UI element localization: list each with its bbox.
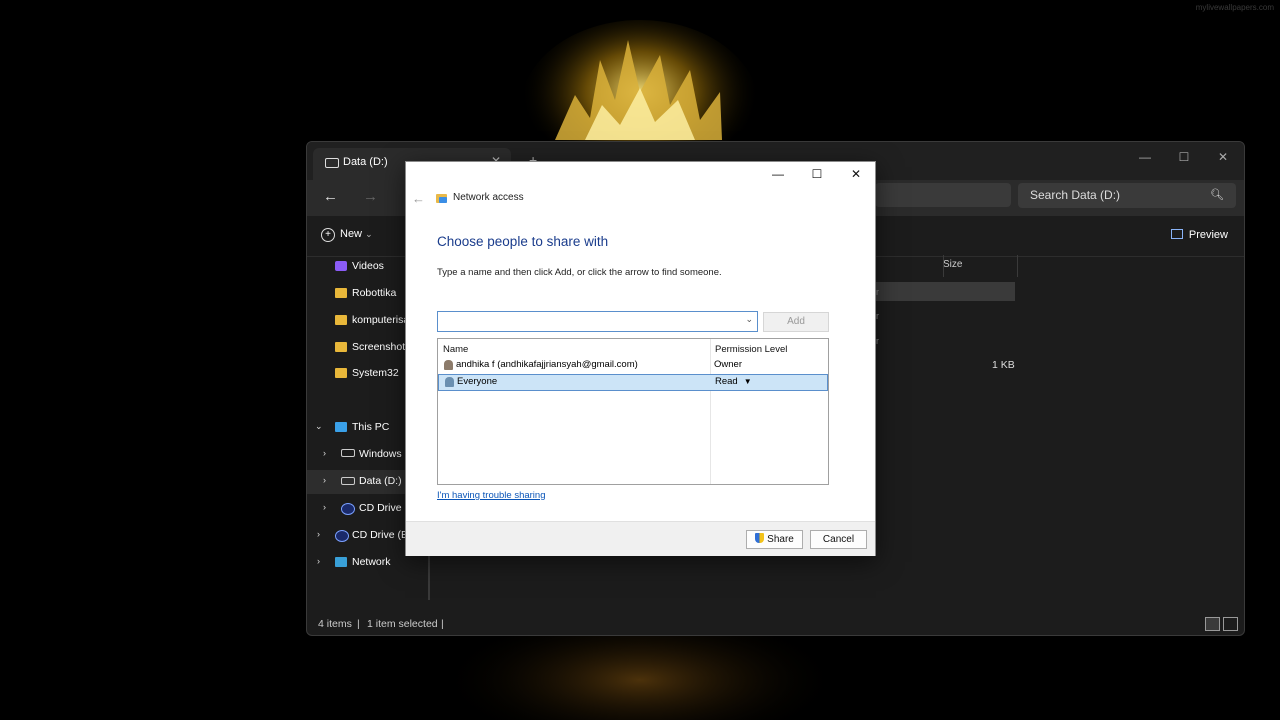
sidebar-item-label: Data (D:) xyxy=(359,475,402,487)
status-separator: | xyxy=(441,618,444,630)
uac-shield-icon xyxy=(755,533,765,543)
new-button[interactable]: + New ⌄ xyxy=(321,228,373,242)
preview-label: Preview xyxy=(1188,229,1228,241)
row-text-fragment: r xyxy=(876,336,879,346)
sidebar-item-label: Network xyxy=(352,556,391,568)
sidebar-item-screenshots[interactable]: Screenshots xyxy=(335,338,407,360)
sidebar-item-komputerisa[interactable]: komputerisa xyxy=(335,311,407,333)
sidebar-item-label: Robottika xyxy=(352,287,397,299)
column-separator[interactable] xyxy=(943,255,944,277)
pc-icon xyxy=(335,422,347,432)
folder-icon xyxy=(335,368,347,378)
address-bar[interactable] xyxy=(875,183,1011,207)
network-access-dialog: — ☐ ✕ ← Network access Choose people to … xyxy=(405,161,876,556)
plus-icon: + xyxy=(321,228,335,242)
folder-icon xyxy=(335,342,347,352)
status-bar: 4 items | 1 item selected | xyxy=(307,614,1244,634)
selected-count: 1 item selected xyxy=(367,618,438,630)
selected-file-row[interactable] xyxy=(874,282,1015,301)
share-permissions-list: Name Permission Level andhika f (andhika… xyxy=(437,338,829,485)
drive-icon xyxy=(341,449,355,457)
sidebar-item-label: CD Drive ( xyxy=(359,502,408,514)
sidebar-item-label: CD Drive (E: xyxy=(352,529,411,541)
chevron-right-icon[interactable]: › xyxy=(323,448,326,458)
permission-dropdown[interactable]: Read ▼ xyxy=(715,376,752,387)
sidebar-item-label: This PC xyxy=(352,421,390,433)
user-name: andhika f (andhikafajjriansyah@gmail.com… xyxy=(456,359,638,370)
preview-pane-icon xyxy=(1170,229,1183,239)
status-separator: | xyxy=(357,618,360,630)
chevron-down-icon: ⌄ xyxy=(365,229,373,239)
drive-icon xyxy=(341,477,355,485)
dialog-minimize-button[interactable]: — xyxy=(759,164,797,184)
row-text-fragment: r xyxy=(876,287,879,297)
details-view-icon[interactable] xyxy=(1205,617,1220,631)
preview-button[interactable]: Preview xyxy=(1170,229,1228,241)
dialog-maximize-button[interactable]: ☐ xyxy=(798,164,836,184)
videos-folder-icon xyxy=(335,261,347,271)
share-button[interactable]: Share xyxy=(746,530,803,549)
dropdown-arrow-icon[interactable]: ▼ xyxy=(744,377,752,386)
sidebar-item-network[interactable]: › Network xyxy=(317,553,427,575)
add-button[interactable]: Add xyxy=(763,312,829,332)
wallpaper-watermark: mylivewallpapers.com xyxy=(1195,3,1274,12)
user-name-input[interactable] xyxy=(441,313,736,328)
search-box[interactable]: Search Data (D:) 🔍︎ xyxy=(1018,183,1236,208)
items-count: 4 items xyxy=(318,618,352,630)
explorer-maximize-button[interactable]: ☐ xyxy=(1166,146,1202,168)
name-column-header[interactable]: Name xyxy=(443,344,468,355)
column-separator[interactable] xyxy=(1017,255,1018,277)
permission-column-header[interactable]: Permission Level xyxy=(715,344,787,355)
share-label: Share xyxy=(767,534,794,545)
drive-icon xyxy=(325,158,339,168)
sidebar-item-label: komputerisa xyxy=(352,314,407,326)
dialog-instructions: Type a name and then click Add, or click… xyxy=(437,267,722,278)
list-item[interactable]: andhika f (andhikafajjriansyah@gmail.com… xyxy=(438,358,828,373)
user-icon xyxy=(444,360,453,370)
dialog-heading: Choose people to share with xyxy=(437,234,609,249)
list-item[interactable]: Everyone Read ▼ xyxy=(438,374,828,391)
tiles-view-icon[interactable] xyxy=(1223,617,1238,631)
dialog-footer: Share Cancel xyxy=(406,521,875,556)
forward-button[interactable]: → xyxy=(363,188,378,205)
explorer-minimize-button[interactable]: — xyxy=(1127,146,1163,168)
chevron-right-icon[interactable]: › xyxy=(317,529,320,539)
sidebar-item-label: Videos xyxy=(352,260,384,272)
row-text-fragment: r xyxy=(876,311,879,321)
folder-icon xyxy=(335,315,347,325)
user-name-combobox[interactable]: ⌄ xyxy=(437,311,758,332)
chevron-down-icon[interactable]: ⌄ xyxy=(315,421,323,432)
group-icon xyxy=(445,377,454,387)
cd-icon xyxy=(341,503,355,515)
size-column-header[interactable]: Size xyxy=(943,259,962,270)
file-size: 1 KB xyxy=(992,359,1015,371)
trouble-sharing-link[interactable]: I'm having trouble sharing xyxy=(437,490,546,501)
permission-level: Read xyxy=(715,376,738,387)
chevron-right-icon[interactable]: › xyxy=(323,475,326,485)
new-label: New xyxy=(340,228,363,240)
dialog-title: Network access xyxy=(453,192,524,203)
permission-level: Owner xyxy=(714,359,742,370)
sidebar-item-label: Windows ( xyxy=(359,448,409,460)
search-placeholder: Search Data (D:) xyxy=(1030,188,1121,202)
network-share-icon xyxy=(436,194,447,203)
chevron-right-icon[interactable]: › xyxy=(323,502,326,512)
user-name: Everyone xyxy=(457,376,498,387)
back-button[interactable]: ← xyxy=(323,188,338,205)
dialog-close-button[interactable]: ✕ xyxy=(837,164,875,184)
cancel-button[interactable]: Cancel xyxy=(810,530,867,549)
chevron-down-icon[interactable]: ⌄ xyxy=(745,314,753,325)
sidebar-item-label: System32 xyxy=(352,367,399,379)
sidebar-item-label: Screenshots xyxy=(352,341,407,353)
dialog-back-button[interactable]: ← xyxy=(412,191,425,206)
tab-label: Data (D:) xyxy=(343,156,388,168)
network-icon xyxy=(335,557,347,567)
chevron-right-icon[interactable]: › xyxy=(317,556,320,566)
explorer-close-button[interactable]: ✕ xyxy=(1205,146,1241,168)
search-icon: 🔍︎ xyxy=(1210,189,1224,201)
folder-icon xyxy=(335,288,347,298)
cd-icon xyxy=(335,530,349,542)
